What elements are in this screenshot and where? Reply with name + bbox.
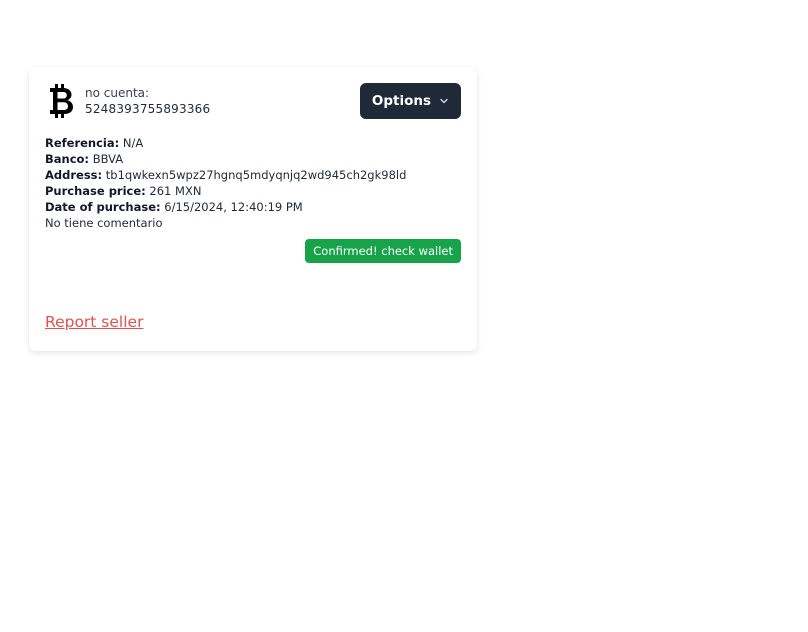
purchase-card: no cuenta: 5248393755893366 Options Refe… [29,67,477,351]
comment-text: No tiene comentario [45,216,163,230]
price-value: 261 MXN [149,184,202,198]
chevron-down-icon [440,98,448,104]
date-label: Date of purchase: [45,200,161,214]
address-label: Address: [45,168,103,182]
price-label: Purchase price: [45,184,146,198]
reference-row: Referencia: N/A [45,135,406,151]
account-number: 5248393755893366 [85,102,211,116]
price-row: Purchase price: 261 MXN [45,183,406,199]
bank-label: Banco: [45,152,90,166]
status-badge: Confirmed! check wallet [305,239,461,263]
purchase-details: Referencia: N/A Banco: BBVA Address: tb1… [45,135,406,231]
card-header: no cuenta: 5248393755893366 Options [45,83,461,121]
bank-value: BBVA [92,152,124,166]
bank-row: Banco: BBVA [45,151,406,167]
options-button[interactable]: Options [360,83,461,119]
account-info: no cuenta: 5248393755893366 [85,85,210,117]
account-label: no cuenta: [85,86,150,100]
bitcoin-icon [50,84,73,118]
date-row: Date of purchase: 6/15/2024, 12:40:19 PM [45,199,406,215]
report-seller-link[interactable]: Report seller [45,313,143,331]
date-value: 6/15/2024, 12:40:19 PM [164,200,303,214]
reference-value: N/A [122,136,144,150]
reference-label: Referencia: [45,136,120,150]
address-row: Address: tb1qwkexn5wpz27hgnq5mdyqnjq2wd9… [45,167,406,183]
options-label: Options [371,93,432,109]
address-value: tb1qwkexn5wpz27hgnq5mdyqnjq2wd945ch2gk98… [105,168,407,182]
